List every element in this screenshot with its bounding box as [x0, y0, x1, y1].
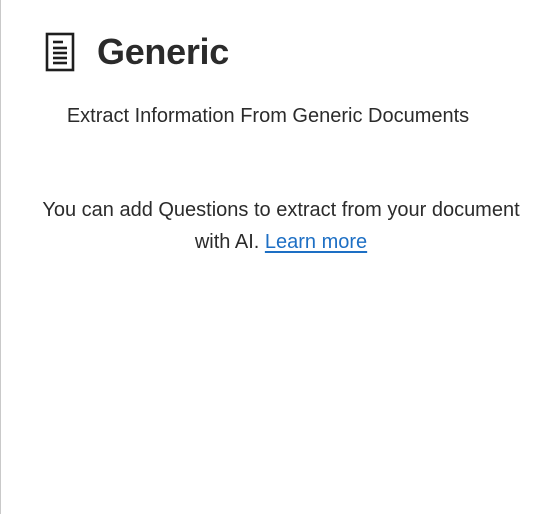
document-icon [45, 32, 75, 72]
page-title: Generic [97, 31, 229, 72]
extraction-panel: Generic Extract Information From Generic… [0, 0, 548, 514]
panel-header: Generic [45, 30, 229, 74]
info-message: You can add Questions to extract from yo… [31, 194, 531, 258]
learn-more-link[interactable]: Learn more [265, 231, 367, 253]
page-subtitle: Extract Information From Generic Documen… [66, 105, 470, 127]
